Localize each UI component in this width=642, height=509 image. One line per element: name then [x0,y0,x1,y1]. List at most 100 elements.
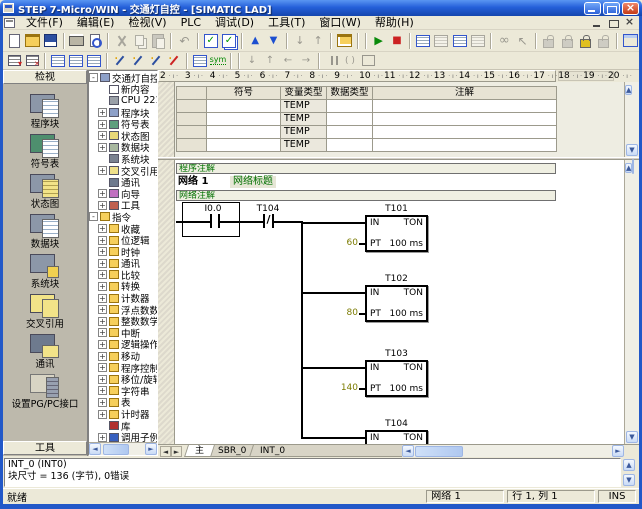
close-button[interactable] [622,2,639,15]
timer-name[interactable]: T101 [365,204,428,214]
navbar-item[interactable]: 通讯 [5,334,85,370]
lad-editor[interactable]: 程序注解 网络 1 网络标题 网络注解 I0.0 T104 / [158,160,624,444]
restore-button[interactable] [603,2,620,15]
menu-item[interactable]: 工具(T) [261,16,312,29]
sort-ascending-button[interactable] [291,32,309,50]
tree-expand-box[interactable]: - [89,73,98,82]
scroll-right-icon[interactable]: ► [612,445,624,457]
network-comment-button[interactable] [129,53,147,68]
compile-button[interactable] [202,32,220,50]
navbar-item[interactable]: 交叉引用 [5,294,85,330]
row-header-cell[interactable] [177,100,207,113]
pause-program-status-button[interactable] [432,32,450,50]
menu-item[interactable]: 窗口(W) [312,16,367,29]
paste-button[interactable] [149,32,167,50]
symbol-cell[interactable] [207,139,281,152]
symbol-cell[interactable] [207,113,281,126]
cut-button[interactable] [112,32,130,50]
pou-comment-button[interactable] [111,53,129,68]
run-button[interactable] [370,32,388,50]
mdi-minimize-button[interactable] [590,17,605,29]
row-header-cell[interactable] [177,126,207,139]
row-header-cell[interactable] [177,139,207,152]
data-type-cell[interactable] [327,100,373,113]
scroll-left-icon[interactable]: ◄ [89,443,101,455]
en-table-button[interactable] [191,53,209,68]
options-button[interactable] [335,32,353,50]
scroll-down-icon[interactable]: ▼ [623,474,635,486]
tree-expand-box[interactable]: + [98,352,107,361]
ton-timer-block[interactable]: T104 IN TON PT 100 ms [158,420,624,444]
scroll-up-icon[interactable]: ▲ [625,85,632,95]
tree-expand-box[interactable]: + [98,375,107,384]
ton-timer-block[interactable]: T102 IN TON PT 100 ms 80 [158,275,624,333]
scroll-thumb[interactable] [103,444,129,455]
symbolic-addressing-button[interactable] [49,53,67,68]
timer-name[interactable]: T102 [365,274,428,284]
tree-expand-box[interactable]: + [98,189,107,198]
comment-cell[interactable] [373,100,557,113]
tree-expand-box[interactable]: + [98,294,107,303]
symbol-table-view-button[interactable] [85,53,103,68]
undo-button[interactable] [175,32,193,50]
compile-output[interactable]: INT_0 (INT0) 块尺寸 = 136 (字节), 0错误 [4,458,621,487]
scroll-left-icon[interactable]: ◄ [402,445,414,457]
line-up-button[interactable] [261,53,279,68]
menu-item[interactable]: 检视(V) [121,16,173,29]
tree-expand-box[interactable]: + [98,120,107,129]
ton-timer-block[interactable]: T103 IN TON PT 100 ms 140 [158,350,624,408]
tree-expand-box[interactable]: + [98,433,107,442]
print-preview-button[interactable] [86,32,104,50]
comment-cell[interactable] [373,126,557,139]
navbar-header-view[interactable]: 检视 [3,70,87,84]
pou-tab[interactable]: 主 [184,445,215,457]
row-header-cell[interactable] [177,113,207,126]
navbar-item[interactable]: 状态图 [5,174,85,210]
download-button[interactable] [264,32,282,50]
line-left-button[interactable] [279,53,297,68]
col-header-comment[interactable]: 注解 [373,87,557,100]
tree-expand-box[interactable]: + [98,224,107,233]
scroll-up-icon[interactable]: ▲ [623,459,635,471]
tree-expand-box[interactable]: + [98,143,107,152]
chart-status-button[interactable] [451,32,469,50]
coil-tool-button[interactable] [341,53,359,68]
tree-expand-box[interactable]: + [98,259,107,268]
force-button[interactable] [540,32,558,50]
var-type-cell[interactable]: TEMP [281,139,327,152]
ton-timer-block[interactable]: T101 IN TON PT 100 ms 60 [158,205,624,263]
tree-expand-box[interactable]: + [98,236,107,245]
tree-expand-box[interactable]: + [98,270,107,279]
symbol-info-table-button[interactable] [67,53,85,68]
tree-expand-box[interactable]: + [98,305,107,314]
save-button[interactable] [42,32,60,50]
navbar-item[interactable]: 设置PG/PC接口 [5,374,85,410]
print-button[interactable] [68,32,86,50]
navbar-item[interactable]: 数据块 [5,214,85,250]
tree-expand-box[interactable]: + [98,131,107,140]
tree-item[interactable]: 新内容 [89,84,157,96]
data-type-cell[interactable] [327,126,373,139]
pt-value[interactable]: 60 [332,238,358,248]
scroll-thumb[interactable] [632,159,634,174]
mdi-restore-button[interactable] [606,17,621,29]
scroll-right-icon[interactable]: ► [145,443,157,455]
minimize-button[interactable] [584,2,601,15]
col-header-symbol[interactable]: 符号 [207,87,281,100]
unforce-button[interactable] [558,32,576,50]
mdi-close-button[interactable] [622,17,637,29]
timer-name[interactable]: T103 [365,349,428,359]
scroll-down-icon[interactable]: ▼ [626,144,638,156]
single-read-button[interactable] [495,32,513,50]
tree-expand-box[interactable]: + [98,363,107,372]
bookmark-toggle-button[interactable] [147,53,165,68]
comment-cell[interactable] [373,139,557,152]
tree-expand-box[interactable]: + [98,317,107,326]
sym-button[interactable]: sym [209,53,227,68]
program-status-button[interactable] [414,32,432,50]
menu-item[interactable]: 文件(F) [19,16,70,29]
stop-button[interactable] [388,32,406,50]
properties-button[interactable] [621,32,639,50]
pt-value[interactable]: 140 [332,383,358,393]
symbol-cell[interactable] [207,126,281,139]
